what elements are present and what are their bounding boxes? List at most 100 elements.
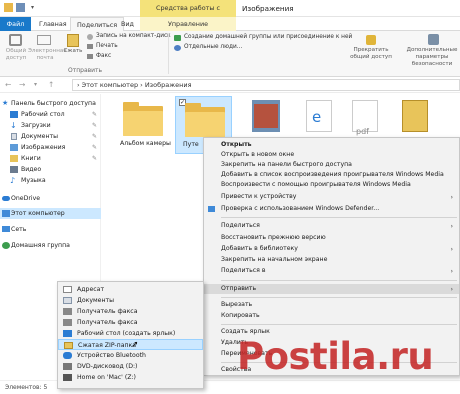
folder-label-selected: Путе — [183, 141, 199, 148]
pdf-file-icon[interactable]: pdf — [352, 100, 378, 136]
network-drive-icon — [63, 374, 72, 381]
sidebar-item-videos[interactable]: Видео — [0, 164, 101, 175]
sidebar-item-downloads[interactable]: ↓ Загрузки ✎ — [0, 120, 101, 131]
menu-item-open[interactable]: Открыть — [204, 140, 459, 150]
folder-icon[interactable] — [4, 3, 13, 12]
sidebar-item-pictures[interactable]: Изображения ✎ — [0, 142, 101, 153]
pin-icon: ✎ — [91, 133, 97, 140]
menu-item-add-to-wmp-playlist[interactable]: Добавить в список воспроизведения проигр… — [204, 170, 459, 180]
stop-sharing-button[interactable]: Прекратить общий доступ — [350, 47, 392, 61]
dvd-drive-icon — [63, 363, 72, 370]
zip-button[interactable]: Сжать — [62, 48, 84, 55]
send-to-fax-recipient[interactable]: Получатель факса — [58, 306, 203, 317]
context-tab-group: Средства работы с рисунками — [140, 0, 236, 29]
menu-item-send-to[interactable]: Отправить › — [204, 284, 459, 294]
sidebar-item-books[interactable]: Книги ✎ — [0, 153, 101, 164]
send-to-documents[interactable]: Документы — [58, 295, 203, 306]
send-to-dvd-drive[interactable]: DVD-дисковод (D:) — [58, 361, 203, 372]
address-bar[interactable]: › Этот компьютер › Изображения — [72, 79, 460, 91]
menu-item-restore-previous[interactable]: Восстановить прежнюю версию — [204, 233, 459, 243]
sidebar-item-homegroup[interactable]: Домашняя группа — [0, 240, 101, 251]
share-icon — [9, 34, 22, 46]
homegroup-button[interactable]: Создание домашней группы или присоединен… — [184, 34, 352, 40]
submenu-item-label: Устройство Bluetooth — [77, 352, 146, 359]
email-button[interactable]: Электронная почта — [28, 48, 67, 62]
email-icon — [37, 35, 51, 45]
submenu-item-label: Рабочий стол (создать ярлык) — [77, 330, 176, 337]
menu-item-include-library[interactable]: Добавить в библиотеку › — [204, 244, 459, 254]
sidebar-item-music[interactable]: ♪ Музыка — [0, 175, 101, 186]
send-to-mail-recipient[interactable]: Адресат — [58, 284, 203, 295]
menu-item-cast-to-device[interactable]: Привести к устройству › — [204, 192, 459, 202]
save-icon[interactable] — [16, 3, 25, 12]
menu-separator — [221, 324, 457, 325]
sidebar-item-label: Этот компьютер — [11, 210, 65, 217]
sidebar-item-label: Загрузки — [21, 122, 51, 129]
sidebar-item-label: Книги — [21, 155, 41, 162]
tab-home[interactable]: Главная — [33, 17, 73, 31]
star-icon: ★ — [2, 99, 9, 107]
forward-icon[interactable]: → — [19, 80, 25, 89]
advanced-security-button[interactable]: Дополнительные параметры безопасности — [404, 47, 460, 68]
fax-button[interactable]: Факс — [96, 53, 111, 59]
specific-users-button[interactable]: Отдельные люди... — [184, 44, 242, 50]
image-thumbnail[interactable] — [252, 100, 280, 132]
sidebar-item-desktop[interactable]: Рабочий стол ✎ — [0, 109, 101, 120]
sidebar-item-label: Домашняя группа — [11, 242, 70, 249]
folder-front-shape — [123, 111, 163, 136]
sidebar-item-label: Панель быстрого доступа — [11, 100, 96, 107]
menu-item-label: Отправить — [221, 285, 257, 292]
menu-item-play-with-wmp[interactable]: Воспроизвести с помощью проигрывателя Wi… — [204, 180, 459, 190]
sidebar-item-network[interactable]: Сеть — [0, 224, 101, 235]
print-icon — [87, 44, 93, 49]
send-to-zip-folder[interactable]: Сжатая ZIP-папка ➚ — [58, 339, 203, 350]
zip-file-icon[interactable] — [402, 100, 428, 132]
desktop-icon — [63, 330, 72, 337]
up-icon[interactable]: ↑ — [48, 80, 54, 89]
send-to-fax-recipient-2[interactable]: Получатель факса — [58, 317, 203, 328]
ribbon: Общий доступ Электронная почта Сжать Зап… — [0, 31, 460, 77]
disc-icon — [87, 34, 93, 40]
burn-disc-button[interactable]: Запись на компакт-диск — [96, 33, 171, 39]
edge-file-icon[interactable]: e — [306, 100, 332, 132]
send-to-bluetooth[interactable]: Устройство Bluetooth — [58, 350, 203, 361]
sidebar-item-onedrive[interactable]: OneDrive — [0, 193, 101, 204]
menu-item-label: Поделиться — [221, 222, 260, 229]
print-button[interactable]: Печать — [96, 43, 118, 49]
sidebar-item-quick-access[interactable]: ★ Панель быстрого доступа — [0, 98, 101, 109]
tab-manage[interactable]: Управление — [140, 17, 236, 31]
back-icon[interactable]: ← — [5, 80, 11, 89]
documents-icon — [11, 133, 17, 140]
menu-item-share-with[interactable]: Поделиться в › — [204, 266, 459, 276]
submenu-item-label: Получатель факса — [77, 308, 138, 315]
homegroup-icon — [174, 35, 181, 41]
folder-label-camera-roll: Альбом камеры — [120, 140, 171, 147]
chevron-down-icon[interactable]: ▾ — [28, 3, 37, 12]
ribbon-separator — [168, 34, 169, 74]
network-icon — [2, 226, 10, 232]
menu-item-pin-quick-access[interactable]: Закрепить на панели быстрого доступа — [204, 160, 459, 170]
tab-file[interactable]: Файл — [0, 17, 31, 31]
fax-icon — [87, 54, 93, 59]
menu-item-pin-start[interactable]: Закрепить на начальном экране — [204, 255, 459, 265]
folder-item-camera-roll[interactable] — [123, 102, 163, 136]
send-to-desktop-shortcut[interactable]: Рабочий стол (создать ярлык) — [58, 328, 203, 339]
submenu-item-label: Home on 'Mac' (Z:) — [77, 374, 136, 381]
menu-item-scan-defender[interactable]: Проверка с использованием Windows Defend… — [204, 204, 459, 214]
menu-item-cut[interactable]: Вырезать — [204, 300, 459, 310]
menu-separator — [221, 297, 457, 298]
menu-item-copy[interactable]: Копировать — [204, 311, 459, 321]
sidebar-item-documents[interactable]: Документы ✎ — [0, 131, 101, 142]
send-to-network-drive[interactable]: Home on 'Mac' (Z:) — [58, 372, 203, 383]
share-button[interactable]: Общий доступ — [2, 48, 30, 62]
pin-icon: ✎ — [91, 155, 97, 162]
address-bar-row: ← → ▾ ↑ › Этот компьютер › Изображения — [0, 77, 460, 93]
sidebar-item-this-pc[interactable]: Этот компьютер — [0, 208, 101, 219]
recent-locations-icon[interactable]: ▾ — [34, 81, 37, 88]
menu-item-share[interactable]: Поделиться › — [204, 221, 459, 231]
security-icon — [428, 34, 439, 45]
title-bar: ▾ Средства работы с рисунками Изображени… — [0, 0, 460, 29]
fax-icon — [63, 308, 72, 315]
menu-item-open-new-window[interactable]: Открыть в новом окне — [204, 150, 459, 160]
tab-view[interactable]: Вид — [115, 17, 140, 31]
